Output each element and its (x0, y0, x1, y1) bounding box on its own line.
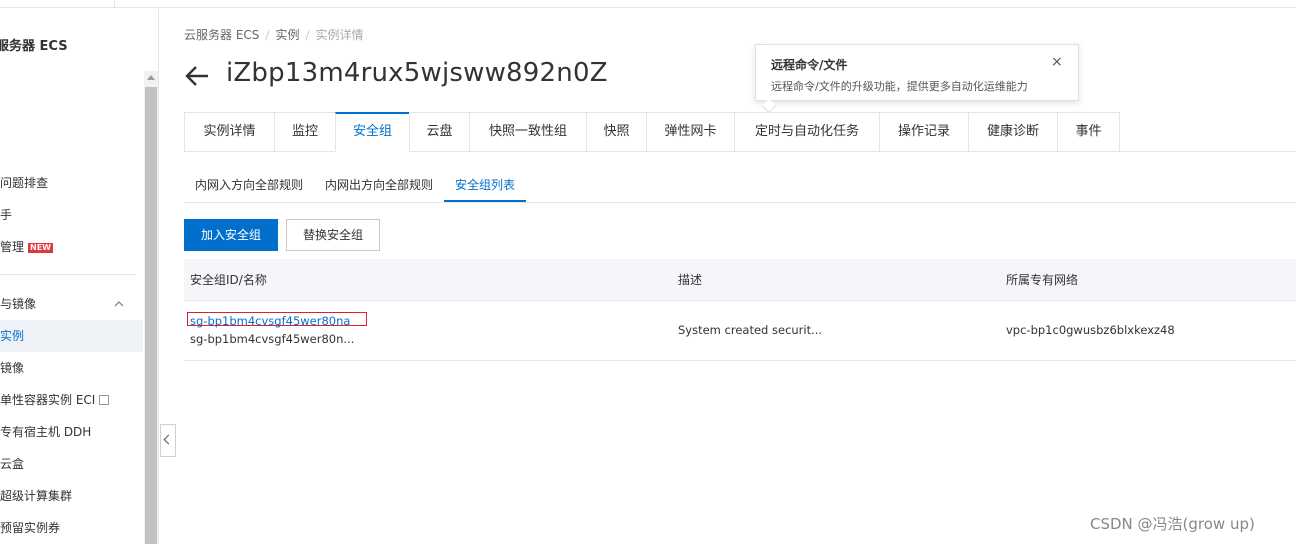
security-group-name: sg-bp1bm4cvsgf45wer80n... (190, 332, 355, 346)
subtab-inbound-rules[interactable]: 内网入方向全部规则 (184, 170, 314, 202)
sidebar-item-scc[interactable]: 超级计算集群 (0, 480, 143, 512)
tab-snapshots[interactable]: 快照 (586, 112, 646, 152)
scroll-up-arrow-icon[interactable] (147, 75, 155, 80)
column-header-description: 描述 (678, 273, 703, 287)
sidebar-item-label: 云盒 (0, 457, 25, 471)
replace-security-group-button[interactable]: 替换安全组 (286, 219, 380, 251)
scrollbar-thumb[interactable] (145, 87, 157, 544)
sidebar-item-eci[interactable]: 单性容器实例 ECI (0, 384, 143, 416)
join-security-group-button[interactable]: 加入安全组 (184, 219, 278, 251)
breadcrumb-ecs[interactable]: 云服务器 ECS (184, 28, 259, 42)
sidebar-item-label: 镜像 (0, 361, 25, 375)
sidebar-item-management[interactable]: 管理 NEW (0, 231, 143, 263)
security-group-vpc: vpc-bp1c0gwusbz6blxkexz48 (1006, 323, 1175, 337)
close-icon[interactable]: × (1051, 54, 1063, 70)
sidebar-item-label: 专有宿主机 DDH (0, 425, 92, 439)
top-bar-divider (114, 0, 115, 8)
sidebar-item-label: 手 (0, 208, 13, 222)
tab-events[interactable]: 事件 (1057, 112, 1120, 152)
tab-disks[interactable]: 云盘 (409, 112, 469, 152)
sidebar-item-troubleshoot[interactable]: 问题排查 (0, 167, 143, 199)
sidebar-item-instances[interactable]: 实例 (0, 320, 143, 352)
tooltip-description: 远程命令/文件的升级功能，提供更多自动化运维能力 (771, 80, 1028, 93)
table-row: sg-bp1bm4cvsgf45wer80na sg-bp1bm4cvsgf45… (184, 301, 1296, 361)
back-arrow-icon[interactable] (184, 63, 210, 89)
security-group-table: 安全组ID/名称 描述 所属专有网络 sg-bp1bm4cvsgf45wer80… (184, 259, 1296, 361)
table-header: 安全组ID/名称 描述 所属专有网络 (184, 259, 1296, 301)
sidebar-item-label: 超级计算集群 (0, 489, 73, 503)
tab-health-diagnosis[interactable]: 健康诊断 (968, 112, 1057, 152)
sidebar-divider (0, 274, 136, 275)
sidebar-item-images[interactable]: 镜像 (0, 352, 143, 384)
subtab-security-group-list[interactable]: 安全组列表 (444, 170, 527, 202)
subtab-outbound-rules[interactable]: 内网出方向全部规则 (314, 170, 444, 202)
tooltip-arrow (761, 98, 777, 114)
top-bar (0, 0, 1296, 8)
sidebar-item-label: 与镜像 (0, 297, 37, 311)
sidebar-item-assistant[interactable]: 手 (0, 199, 143, 231)
tab-eni[interactable]: 弹性网卡 (646, 112, 734, 152)
sidebar-item-reserved[interactable]: 预留实例券 (0, 512, 143, 544)
tooltip-title: 远程命令/文件 (771, 58, 848, 72)
tab-instance-details[interactable]: 实例详情 (184, 112, 274, 152)
tab-monitoring[interactable]: 监控 (274, 112, 335, 152)
sidebar-item-ddh[interactable]: 专有宿主机 DDH (0, 416, 143, 448)
breadcrumb-current: 实例详情 (315, 28, 364, 42)
chevron-left-icon (163, 434, 174, 445)
sidebar: 服务器 ECS 问题排查 手 管理 NEW 与镜像 实例 镜像 单性容器实例 EC… (0, 9, 159, 544)
detail-tabs: 实例详情 监控 安全组 云盘 快照一致性组 快照 弹性网卡 定时与自动化任务 操… (184, 112, 1120, 152)
external-link-icon (99, 395, 110, 405)
new-badge: NEW (28, 243, 53, 253)
sidebar-item-cloud-box[interactable]: 云盒 (0, 448, 143, 480)
breadcrumb-instances[interactable]: 实例 (275, 28, 299, 42)
sidebar-item-label: 预留实例券 (0, 521, 61, 535)
breadcrumb: 云服务器 ECS / 实例 / 实例详情 (184, 28, 364, 42)
subtabs-baseline (184, 202, 1296, 203)
tab-snapshot-consistency[interactable]: 快照一致性组 (469, 112, 586, 152)
watermark: CSDN @冯浩(grow up) (1090, 515, 1255, 533)
tab-scheduled-tasks[interactable]: 定时与自动化任务 (734, 112, 879, 152)
sidebar-item-label: 问题排查 (0, 176, 49, 190)
tab-security-groups[interactable]: 安全组 (335, 112, 409, 152)
sidebar-collapse-button[interactable] (160, 424, 176, 457)
security-group-description: System created securit... (678, 323, 823, 337)
chevron-up-icon[interactable] (114, 299, 124, 309)
tab-operation-logs[interactable]: 操作记录 (879, 112, 968, 152)
sidebar-item-label: 管理 (0, 240, 25, 254)
red-highlight-box (187, 312, 367, 326)
sidebar-item-label: 单性容器实例 ECI (0, 393, 96, 407)
security-subtabs: 内网入方向全部规则 内网出方向全部规则 安全组列表 (184, 170, 527, 202)
page-title: iZbp13m4rux5wjsww892n0Z (226, 58, 608, 88)
column-header-id-name: 安全组ID/名称 (190, 273, 267, 287)
sidebar-title: 服务器 ECS (0, 39, 68, 54)
sidebar-scrollbar[interactable] (144, 71, 158, 544)
remote-command-tooltip: 远程命令/文件 远程命令/文件的升级功能，提供更多自动化运维能力 × (755, 44, 1079, 114)
column-header-vpc: 所属专有网络 (1006, 273, 1079, 287)
sidebar-item-label: 实例 (0, 329, 25, 343)
